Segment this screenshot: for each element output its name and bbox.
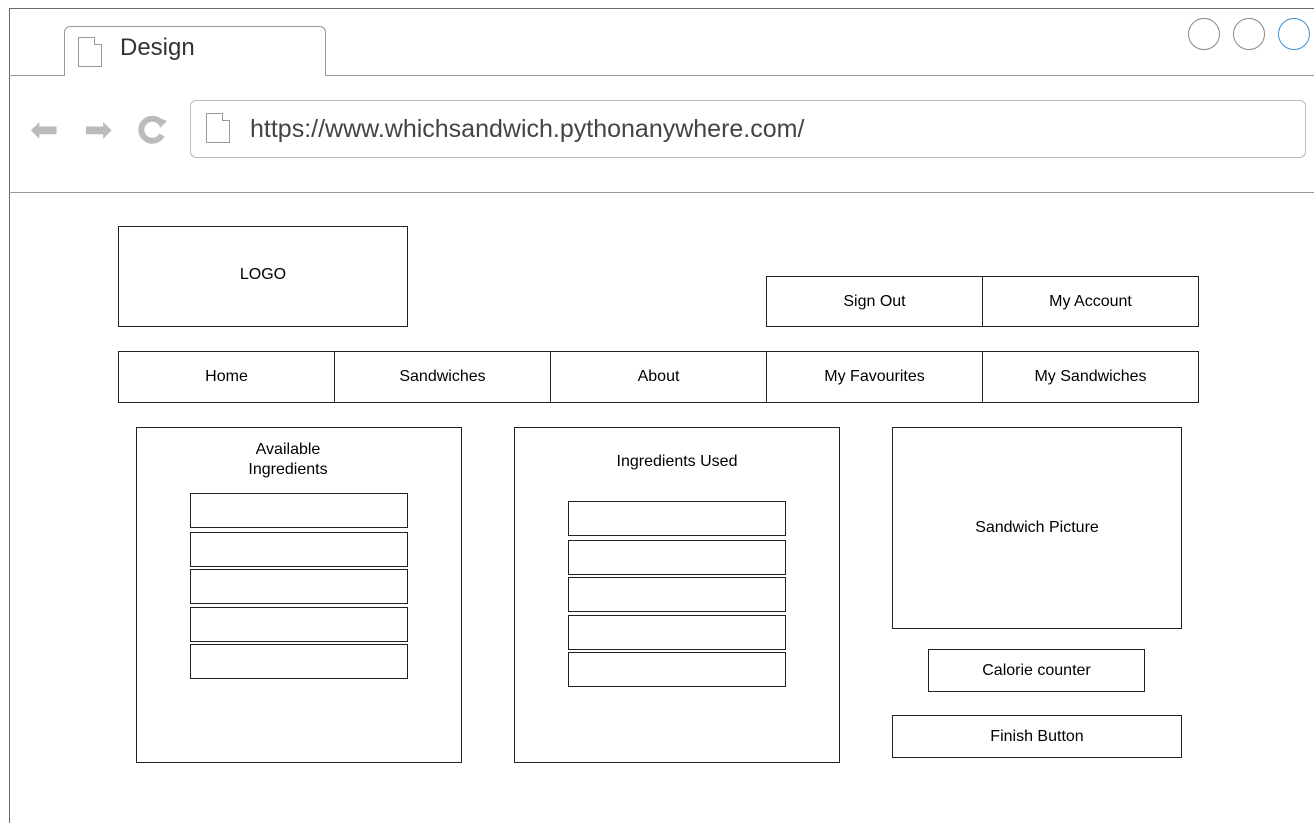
tab-title: Design [120, 34, 195, 61]
available-ingredient-slot[interactable] [190, 607, 408, 642]
used-ingredient-slot[interactable] [568, 615, 786, 650]
my-account-button[interactable]: My Account [982, 276, 1199, 327]
ingredients-used-title: Ingredients Used [616, 453, 738, 470]
used-ingredient-slot[interactable] [568, 501, 786, 536]
tab-divider [325, 75, 1314, 76]
logo: LOGO [118, 226, 408, 327]
nav-home[interactable]: Home [118, 351, 335, 403]
available-ingredient-slot[interactable] [190, 644, 408, 679]
nav-sandwiches[interactable]: Sandwiches [334, 351, 551, 403]
minimize-icon[interactable] [1188, 18, 1220, 50]
available-ingredient-slot[interactable] [190, 569, 408, 604]
browser-tab[interactable] [64, 26, 326, 76]
reload-icon[interactable] [136, 114, 168, 151]
sign-out-button[interactable]: Sign Out [766, 276, 983, 327]
toolbar-divider [9, 192, 1314, 193]
available-ingredients-title: Available Ingredients [248, 441, 328, 478]
nav-my-sandwiches[interactable]: My Sandwiches [982, 351, 1199, 403]
back-arrow-icon[interactable]: ⬅ [30, 113, 59, 147]
page-icon [206, 113, 230, 143]
forward-arrow-icon[interactable]: ➡ [84, 113, 113, 147]
sandwich-picture: Sandwich Picture [892, 427, 1182, 629]
close-icon[interactable] [1278, 18, 1310, 50]
available-ingredient-slot[interactable] [190, 493, 408, 528]
available-ingredient-slot[interactable] [190, 532, 408, 567]
nav-about[interactable]: About [550, 351, 767, 403]
calorie-counter: Calorie counter [928, 649, 1145, 692]
nav-my-favourites[interactable]: My Favourites [766, 351, 983, 403]
used-ingredient-slot[interactable] [568, 577, 786, 612]
tab-divider [9, 75, 64, 76]
used-ingredient-slot[interactable] [568, 652, 786, 687]
maximize-icon[interactable] [1233, 18, 1265, 50]
url-text[interactable]: https://www.whichsandwich.pythonanywhere… [250, 115, 804, 144]
finish-button[interactable]: Finish Button [892, 715, 1182, 758]
used-ingredient-slot[interactable] [568, 540, 786, 575]
page-icon [78, 37, 102, 67]
